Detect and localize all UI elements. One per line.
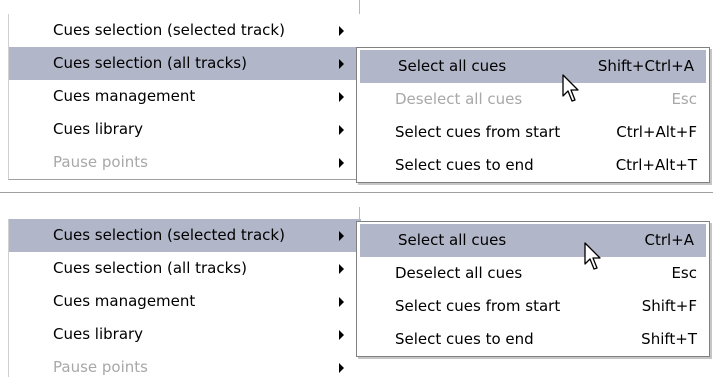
submenu-arrow-icon xyxy=(339,59,344,69)
menu-example-bottom: Cues selection (selected track) Cues sel… xyxy=(0,207,713,377)
submenu-arrow-icon xyxy=(339,297,344,307)
menu-item-pause-points: Pause points xyxy=(9,146,361,179)
arrow-pointer-icon xyxy=(584,242,601,270)
submenu-item-label: Select cues to end xyxy=(395,330,534,348)
submenu-item-select-cues-to-end[interactable]: Select cues to end Ctrl+Alt+T xyxy=(357,149,709,182)
window-edge-line xyxy=(359,0,360,14)
shortcut-label: Shift+F xyxy=(641,297,697,315)
submenu-item-select-cues-from-start[interactable]: Select cues from start Ctrl+Alt+F xyxy=(357,116,709,149)
menu-item-cues-management[interactable]: Cues management xyxy=(9,285,361,318)
menu-item-label: Cues management xyxy=(53,87,196,105)
submenu-arrow-icon xyxy=(339,125,344,135)
shortcut-label: Ctrl+Alt+T xyxy=(615,156,697,174)
shortcut-label: Esc xyxy=(671,264,697,282)
separator-line xyxy=(0,192,713,196)
window-edge-line xyxy=(359,207,360,219)
submenu-arrow-icon xyxy=(339,231,344,241)
submenu-item-select-cues-to-end[interactable]: Select cues to end Shift+T xyxy=(357,323,709,356)
menu-item-label: Pause points xyxy=(53,153,148,171)
menu-item-label: Cues library xyxy=(53,120,144,138)
shortcut-label: Shift+Ctrl+A xyxy=(597,57,694,75)
submenu: Select all cues Shift+Ctrl+A Deselect al… xyxy=(356,47,710,183)
submenu-item-label: Deselect all cues xyxy=(395,90,523,108)
submenu-item-label: Select cues from start xyxy=(395,123,561,141)
shortcut-label: Ctrl+Alt+F xyxy=(616,123,697,141)
menu-item-cues-selection-all-tracks[interactable]: Cues selection (all tracks) xyxy=(9,252,361,285)
submenu-item-deselect-all-cues: Deselect all cues Esc xyxy=(357,83,709,116)
menu-item-cues-selection-selected-track[interactable]: Cues selection (selected track) xyxy=(9,14,361,47)
submenu-arrow-icon xyxy=(339,363,344,373)
menu-item-label: Cues selection (selected track) xyxy=(53,226,285,244)
menu-item-label: Cues selection (all tracks) xyxy=(53,259,247,277)
context-menu: Cues selection (selected track) Cues sel… xyxy=(8,14,361,180)
submenu-item-label: Select cues from start xyxy=(395,297,561,315)
menu-item-cues-library[interactable]: Cues library xyxy=(9,318,361,351)
menu-item-label: Cues selection (selected track) xyxy=(53,21,285,39)
submenu-item-select-all-cues[interactable]: Select all cues Ctrl+A xyxy=(360,224,706,257)
submenu: Select all cues Ctrl+A Deselect all cues… xyxy=(356,221,710,357)
context-menu: Cues selection (selected track) Cues sel… xyxy=(8,219,361,377)
submenu-arrow-icon xyxy=(339,92,344,102)
arrow-pointer-icon xyxy=(562,74,579,102)
menu-example-top: Cues selection (selected track) Cues sel… xyxy=(0,0,713,185)
menu-item-cues-management[interactable]: Cues management xyxy=(9,80,361,113)
shortcut-label: Ctrl+A xyxy=(644,231,694,249)
menu-item-label: Pause points xyxy=(53,358,148,376)
submenu-arrow-icon xyxy=(339,264,344,274)
menu-item-label: Cues management xyxy=(53,292,196,310)
submenu-item-label: Select all cues xyxy=(398,231,507,249)
submenu-item-select-cues-from-start[interactable]: Select cues from start Shift+F xyxy=(357,290,709,323)
menu-item-cues-selection-all-tracks[interactable]: Cues selection (all tracks) xyxy=(9,47,361,80)
menu-item-cues-library[interactable]: Cues library xyxy=(9,113,361,146)
submenu-item-select-all-cues[interactable]: Select all cues Shift+Ctrl+A xyxy=(360,50,706,83)
submenu-item-deselect-all-cues[interactable]: Deselect all cues Esc xyxy=(357,257,709,290)
submenu-item-label: Select cues to end xyxy=(395,156,534,174)
menu-item-label: Cues library xyxy=(53,325,144,343)
menu-item-label: Cues selection (all tracks) xyxy=(53,54,247,72)
menu-item-pause-points: Pause points xyxy=(9,351,361,377)
submenu-arrow-icon xyxy=(339,158,344,168)
submenu-arrow-icon xyxy=(339,26,344,36)
shortcut-label: Shift+T xyxy=(641,330,697,348)
shortcut-label: Esc xyxy=(671,90,697,108)
submenu-item-label: Select all cues xyxy=(398,57,507,75)
submenu-item-label: Deselect all cues xyxy=(395,264,523,282)
submenu-arrow-icon xyxy=(339,330,344,340)
menu-item-cues-selection-selected-track[interactable]: Cues selection (selected track) xyxy=(9,219,361,252)
